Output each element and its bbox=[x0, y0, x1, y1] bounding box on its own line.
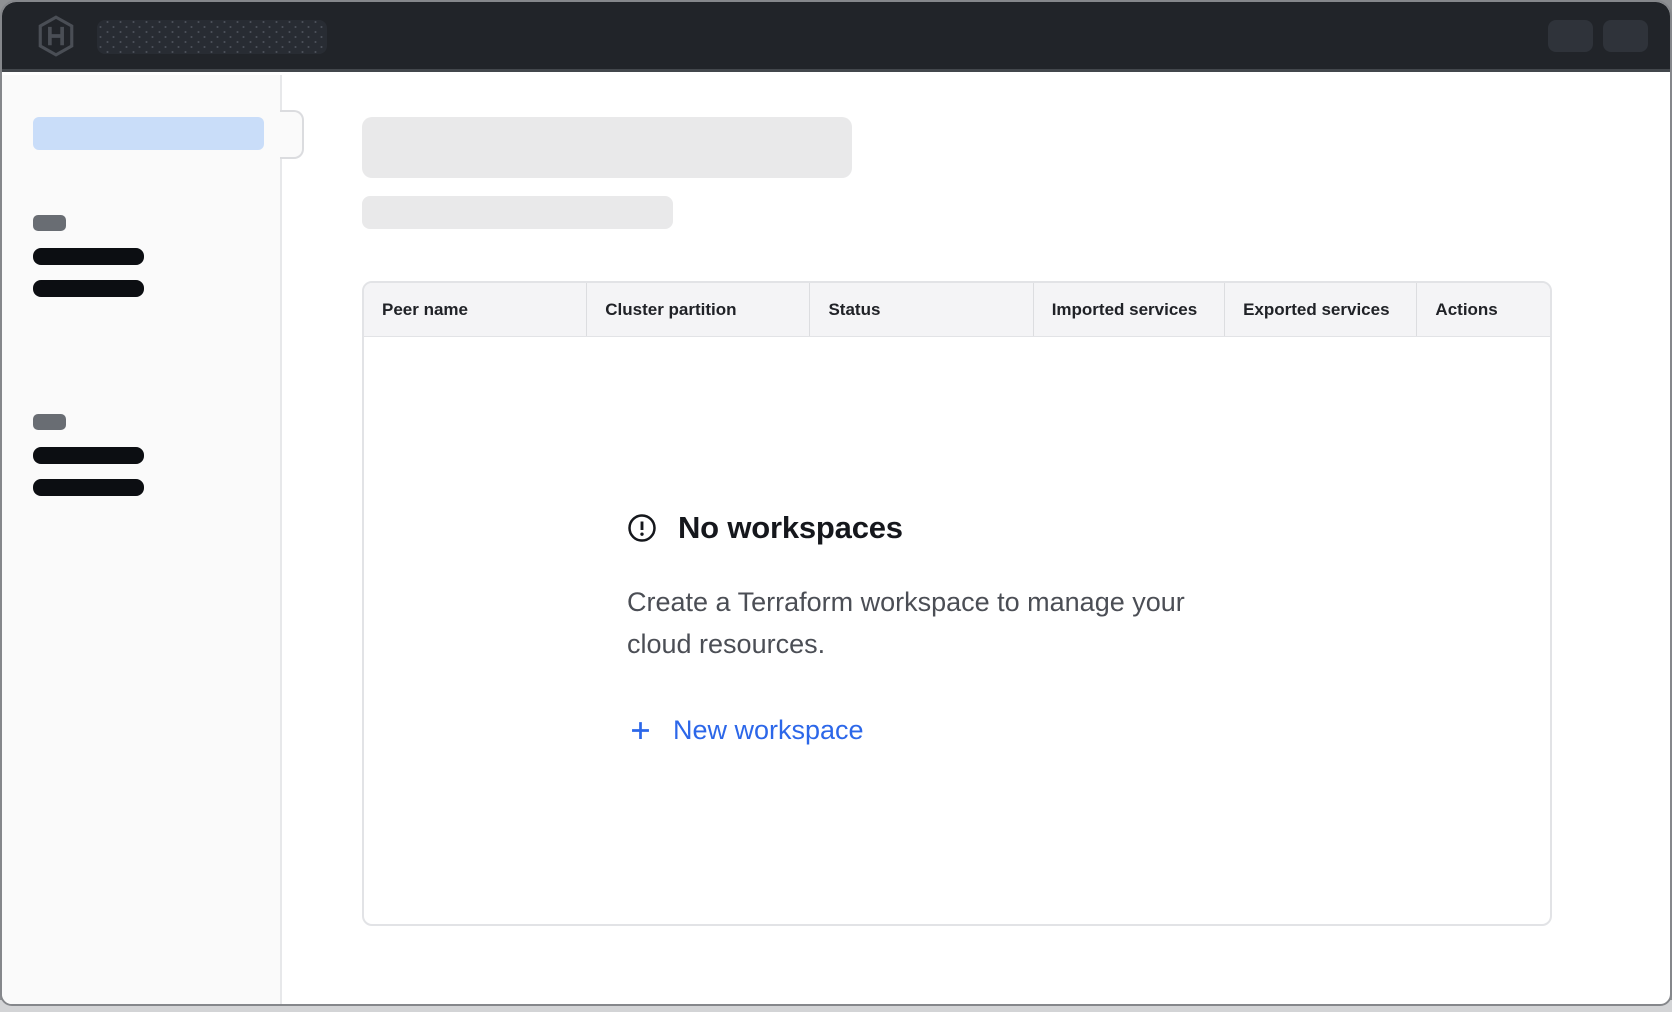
column-header-exported-services: Exported services bbox=[1224, 283, 1416, 336]
empty-state: No workspaces Create a Terraform workspa… bbox=[627, 337, 1287, 746]
new-workspace-label: New workspace bbox=[673, 715, 864, 746]
column-header-cluster-partition: Cluster partition bbox=[586, 283, 809, 336]
topbar-button-skeleton-2[interactable] bbox=[1603, 20, 1648, 52]
sidebar-nav-item-skeleton-4[interactable] bbox=[33, 479, 144, 496]
empty-state-description: Create a Terraform workspace to manage y… bbox=[627, 581, 1287, 665]
topbar bbox=[2, 2, 1670, 72]
sidebar-collapse-handle[interactable] bbox=[280, 110, 304, 159]
search-input-skeleton[interactable] bbox=[97, 20, 327, 54]
peers-table: Peer nameCluster partitionStatusImported… bbox=[362, 281, 1552, 926]
empty-state-title: No workspaces bbox=[678, 510, 903, 546]
column-header-status: Status bbox=[809, 283, 1032, 336]
table-header-row: Peer nameCluster partitionStatusImported… bbox=[364, 283, 1550, 337]
column-header-imported-services: Imported services bbox=[1033, 283, 1224, 336]
sidebar-nav-item-skeleton-1[interactable] bbox=[33, 248, 144, 265]
topbar-button-skeleton-1[interactable] bbox=[1548, 20, 1593, 52]
sidebar-section-label-skeleton-1 bbox=[33, 215, 66, 231]
sidebar-active-item-skeleton[interactable] bbox=[33, 117, 264, 150]
new-workspace-button[interactable]: New workspace bbox=[627, 715, 864, 746]
sidebar bbox=[2, 75, 282, 1004]
column-header-actions: Actions bbox=[1416, 283, 1550, 336]
screen: Peer nameCluster partitionStatusImported… bbox=[0, 0, 1672, 1012]
page-subtitle-skeleton bbox=[362, 196, 673, 229]
alert-circle-icon bbox=[627, 513, 657, 543]
plus-icon bbox=[627, 717, 654, 744]
sidebar-section-label-skeleton-2 bbox=[33, 414, 66, 430]
page-title-skeleton bbox=[362, 117, 852, 178]
sidebar-nav-item-skeleton-3[interactable] bbox=[33, 447, 144, 464]
app-window: Peer nameCluster partitionStatusImported… bbox=[0, 0, 1672, 1006]
sidebar-nav-item-skeleton-2[interactable] bbox=[33, 280, 144, 297]
hashicorp-logo-icon[interactable] bbox=[36, 15, 76, 57]
column-header-peer-name: Peer name bbox=[364, 283, 586, 336]
